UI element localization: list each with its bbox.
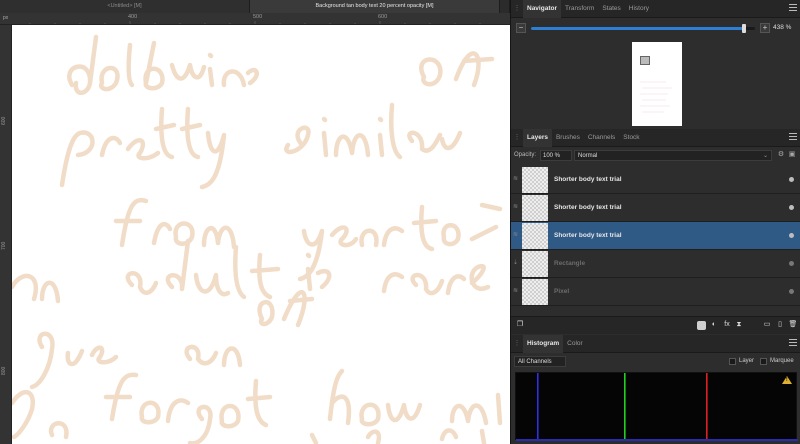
layer-thumbnail (522, 251, 548, 277)
layer-name: Rectangle (554, 260, 586, 267)
tab-history[interactable]: History (625, 0, 653, 18)
trash-icon[interactable]: 🗑 (788, 320, 798, 330)
zoom-slider-thumb[interactable] (741, 24, 746, 33)
panel-menu-icon[interactable] (789, 133, 797, 142)
gear-icon[interactable]: ⚙ (777, 151, 785, 159)
layer-visibility-icon[interactable] (789, 177, 794, 182)
ruler-left-label: 800 (1, 366, 7, 375)
document-tab-spacer (500, 0, 510, 13)
document-area: <Untitled> [M] Background tan body text … (0, 0, 510, 444)
histogram-graph: ! (515, 372, 798, 441)
mask-layer-icon[interactable] (697, 321, 706, 330)
blend-mode-value: Normal (578, 153, 598, 159)
studio-panels: ⋮ Navigator Transform States History − +… (510, 0, 800, 444)
layers-list: ≋ Shorter body text trial ≋ Shorter body… (511, 166, 800, 316)
chevron-down-icon: ⌄ (762, 153, 768, 159)
layer-expand-icon[interactable]: ≋ (513, 232, 519, 238)
histogram-panel-tabs: ⋮ Histogram Color (511, 334, 800, 353)
layer-visibility-icon[interactable] (789, 261, 794, 266)
layer-row[interactable]: ≋ Pixel (511, 278, 800, 306)
lock-icon[interactable]: ▣ (788, 151, 796, 159)
navigator-thumbnail-art (640, 81, 672, 113)
layer-row[interactable]: ⇣ Rectangle (511, 250, 800, 278)
panel-grip-icon[interactable]: ⋮ (511, 0, 523, 18)
opacity-label: Opacity: (514, 152, 537, 158)
histogram-plot (516, 373, 798, 441)
layer-row[interactable]: ≋ Shorter body text trial (511, 222, 800, 250)
tab-transform[interactable]: Transform (561, 0, 598, 18)
layer-thumbnail (522, 279, 548, 305)
layer-name: Shorter body text trial (554, 204, 622, 211)
histogram-options-bar: All Channels Layer Marquee (511, 354, 800, 370)
hourglass-icon[interactable]: ⧗ (734, 320, 744, 330)
layer-name: Pixel (554, 288, 570, 295)
ruler-vertical[interactable]: 600 700 800 (0, 25, 12, 444)
tab-channels[interactable]: Channels (584, 129, 619, 147)
layer-name: Shorter body text trial (554, 232, 622, 239)
ruler-left-label: 600 (1, 116, 7, 125)
tab-stock[interactable]: Stock (619, 129, 643, 147)
marquee-checkbox[interactable] (760, 358, 767, 365)
layer-visibility-icon[interactable] (789, 233, 794, 238)
layer-thumbnail (522, 195, 548, 221)
tab-navigator[interactable]: Navigator (523, 0, 561, 18)
adjustment-layer-icon[interactable]: ◐ (709, 320, 719, 330)
layer-checkbox-label: Layer (739, 358, 755, 364)
warning-icon[interactable]: ! (782, 376, 792, 384)
zoom-slider-fill (531, 27, 744, 30)
panel-grip-icon[interactable]: ⋮ (511, 335, 523, 353)
histogram-baseline (516, 439, 798, 441)
tab-color[interactable]: Color (563, 335, 587, 353)
navigator-zoom-bar: − + 438 % (511, 22, 800, 36)
layer-visibility-icon[interactable] (789, 205, 794, 210)
histogram-green-spike (624, 373, 626, 441)
tab-histogram[interactable]: Histogram (523, 334, 564, 353)
layer-thumbnail (522, 223, 548, 249)
layer-row[interactable]: ≋ Shorter body text trial (511, 194, 800, 222)
layer-row[interactable]: ≋ Shorter body text trial (511, 166, 800, 194)
ruler-left-label: 700 (1, 241, 7, 250)
layer-thumbnail (522, 167, 548, 193)
layer-expand-icon[interactable]: ≋ (513, 204, 519, 210)
panel-menu-icon[interactable] (789, 339, 797, 348)
layers-panel-tabs: ⋮ Layers Brushes Channels Stock (511, 128, 800, 147)
marquee-checkbox-label: Marquee (770, 358, 794, 364)
histogram-red-spike (706, 373, 708, 441)
folder-icon[interactable]: ▭ (762, 320, 772, 330)
zoom-slider[interactable] (531, 24, 755, 33)
warning-glyph: ! (786, 377, 788, 383)
layer-expand-icon[interactable]: ⇣ (513, 260, 519, 266)
panel-menu-icon[interactable] (789, 4, 797, 13)
tab-layers[interactable]: Layers (523, 128, 552, 147)
navigator-panel-tabs: ⋮ Navigator Transform States History (511, 0, 800, 18)
add-pixel-layer-icon[interactable]: ▯ (775, 320, 785, 330)
layer-expand-icon[interactable]: ≋ (513, 288, 519, 294)
layer-expand-icon[interactable]: ≋ (513, 176, 519, 182)
zoom-in-button[interactable]: + (760, 23, 770, 33)
document-tab-untitled[interactable]: <Untitled> [M] (0, 0, 250, 13)
layer-checkbox[interactable] (729, 358, 736, 365)
navigator-preview[interactable] (632, 42, 682, 126)
zoom-value: 438 % (773, 24, 792, 31)
document-canvas[interactable] (12, 25, 510, 444)
histogram-blue-spike (537, 373, 539, 441)
layer-styles-icon[interactable]: ❐ (515, 320, 525, 330)
panel-grip-icon[interactable]: ⋮ (511, 129, 523, 147)
blend-mode-select[interactable]: Normal ⌄ (574, 150, 772, 161)
layers-footer-toolbar: ❐ ◐ fx ⧗ ▭ ▯ 🗑 (511, 316, 800, 334)
ruler-horizontal[interactable]: px 400 500 600 (0, 13, 510, 25)
layer-visibility-icon[interactable] (789, 289, 794, 294)
document-tab-bar: <Untitled> [M] Background tan body text … (0, 0, 510, 13)
zoom-out-button[interactable]: − (516, 23, 526, 33)
document-tab-active[interactable]: Background tan body text 20 percent opac… (250, 0, 500, 13)
channels-select[interactable]: All Channels (514, 356, 566, 367)
opacity-input[interactable]: 100 % (540, 150, 572, 161)
layer-name: Shorter body text trial (554, 176, 622, 183)
handwriting-artwork (12, 34, 503, 444)
ruler-top-ticks (29, 21, 481, 24)
live-filter-icon[interactable]: fx (722, 320, 732, 330)
layer-options-bar: Opacity: 100 % Normal ⌄ ⚙ ▣ (511, 148, 800, 164)
tab-brushes[interactable]: Brushes (552, 129, 584, 147)
tab-states[interactable]: States (598, 0, 624, 18)
